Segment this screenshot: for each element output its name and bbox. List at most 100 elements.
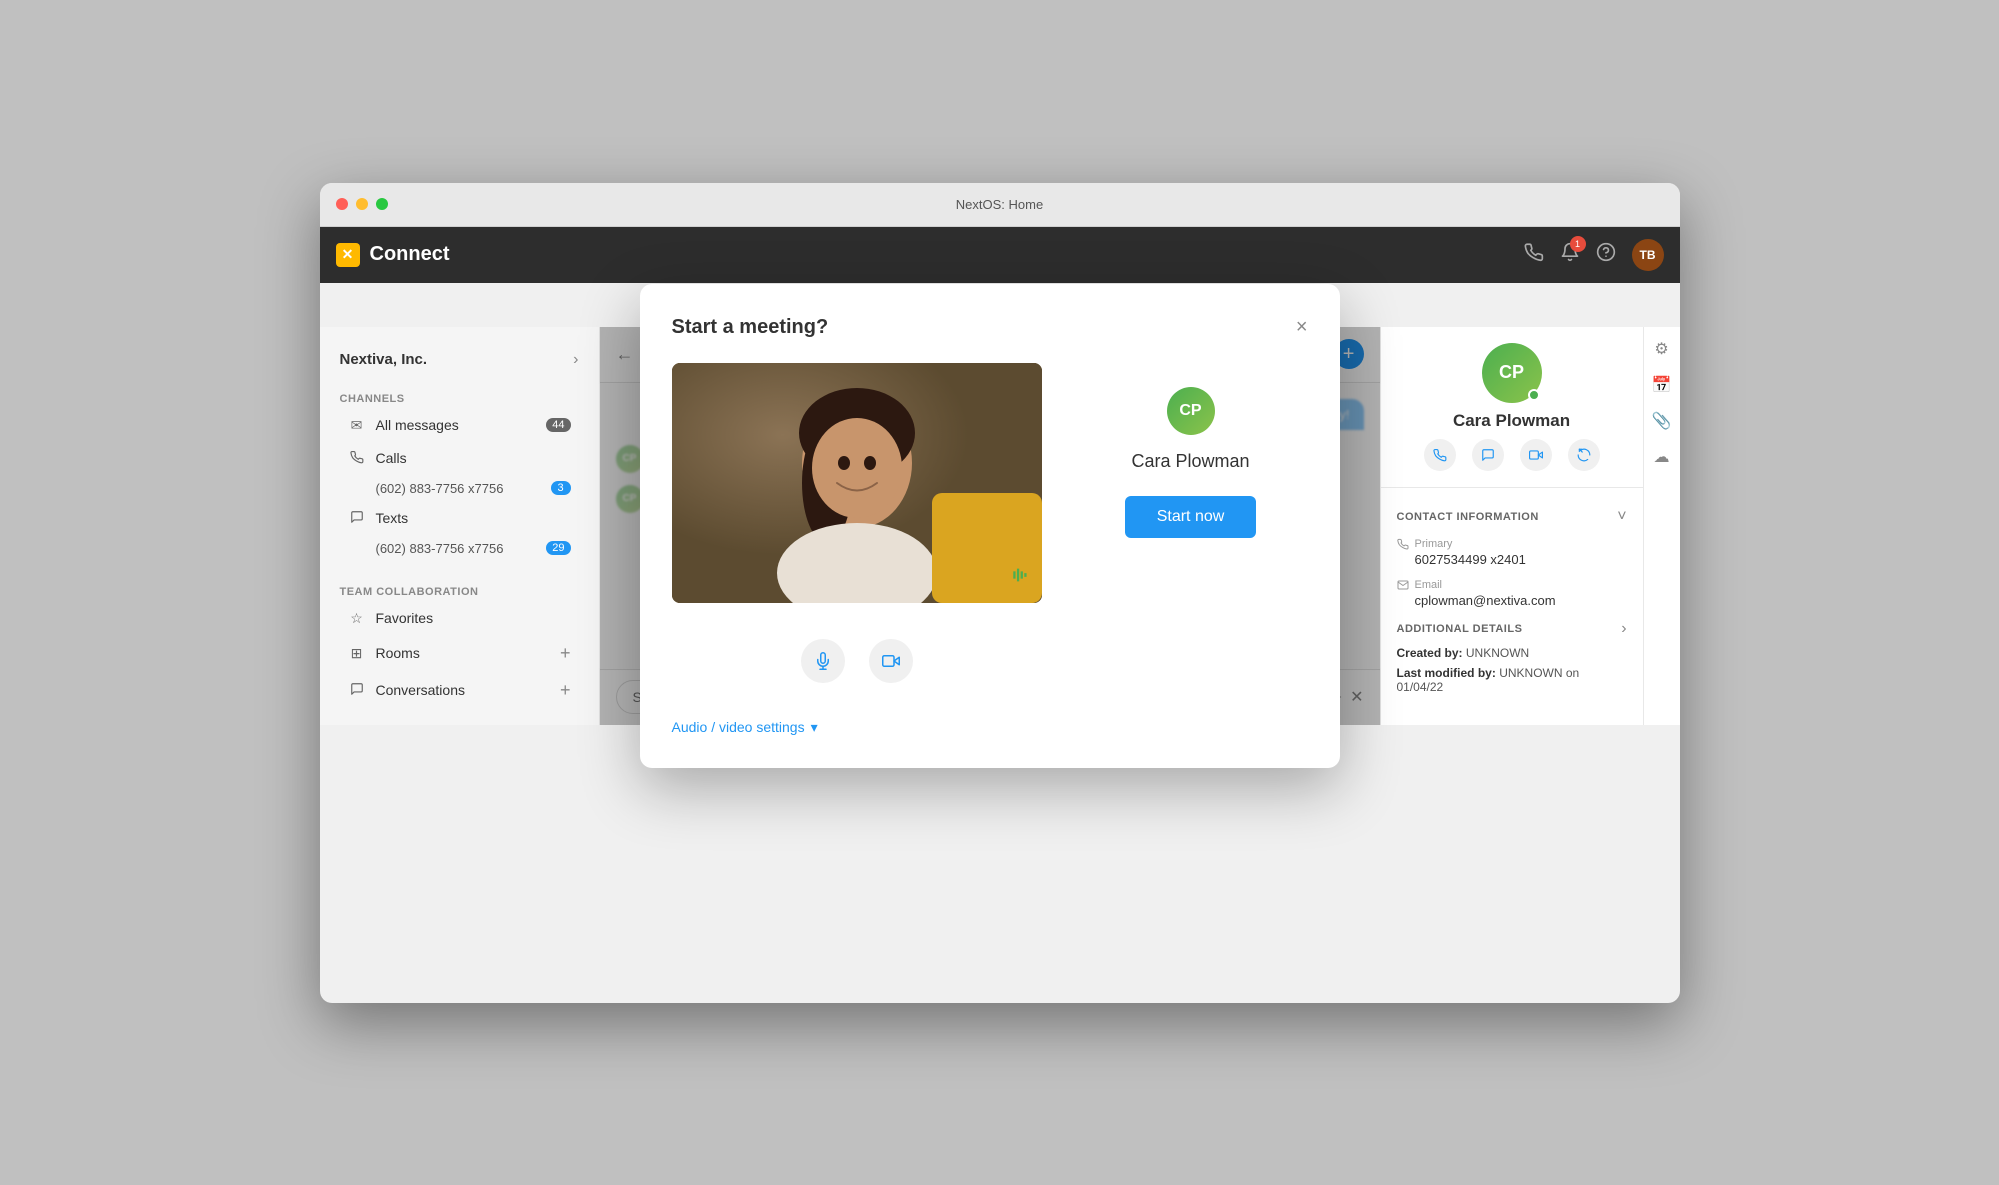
logo-icon: ✕ xyxy=(342,246,354,263)
app-logo: ✕ xyxy=(336,243,360,267)
content-area: ← TB Cara Plowman Teammate All channels … xyxy=(600,327,1380,725)
callee-name: Cara Plowman xyxy=(1131,451,1249,472)
sidebar-item-calls-number[interactable]: (602) 883-7756 x7756 3 xyxy=(328,475,591,502)
sidebar-item-conversations[interactable]: Conversations + xyxy=(328,672,591,709)
title-bar: NextOS: Home xyxy=(320,183,1680,227)
primary-phone-field: Primary 6027534499 x2401 xyxy=(1397,538,1627,567)
settings-label: Audio / video settings xyxy=(672,719,805,735)
primary-phone-label: Primary xyxy=(1415,538,1453,550)
modal-close-button[interactable]: × xyxy=(1296,316,1308,339)
email-value: cplowman@nextiva.com xyxy=(1397,593,1627,608)
modal-header: Start a meeting? × xyxy=(672,316,1308,339)
app-window: NextOS: Home ✕ Connect 1 xyxy=(320,183,1680,1003)
additional-details-section: ADDITIONAL DETAILS › xyxy=(1397,620,1627,638)
sidebar-label-calls: Calls xyxy=(376,450,407,466)
sidebar-item-rooms[interactable]: ⊞ Rooms + xyxy=(328,635,591,672)
texts-number-badge: 29 xyxy=(546,541,570,555)
all-messages-badge: 44 xyxy=(546,418,570,432)
modal-body: Audio / video settings ▾ CP Cara Plowman… xyxy=(672,363,1308,736)
email-label: Email xyxy=(1415,579,1443,591)
start-now-button[interactable]: Start now xyxy=(1125,496,1257,538)
calls-phone-number: (602) 883-7756 x7756 xyxy=(376,481,504,496)
calendar-panel-icon[interactable]: 📅 xyxy=(1652,375,1672,395)
company-chevron-icon: › xyxy=(573,351,578,369)
texts-phone-number: (602) 883-7756 x7756 xyxy=(376,541,504,556)
company-name: Nextiva, Inc. xyxy=(340,351,428,368)
primary-phone-value: 6027534499 x2401 xyxy=(1397,552,1627,567)
sidebar-item-texts[interactable]: Texts xyxy=(328,502,591,535)
right-panel: CP Cara Plowman xyxy=(1380,327,1680,725)
rooms-icon: ⊞ xyxy=(348,645,366,662)
contact-message-button[interactable] xyxy=(1568,439,1600,471)
camera-toggle-button[interactable] xyxy=(869,639,913,683)
calls-icon xyxy=(348,450,366,467)
modified-row: Last modified by: UNKNOWN on 01/04/22 xyxy=(1397,666,1627,694)
texts-icon xyxy=(348,510,366,527)
contact-info-body: CONTACT INFORMATION ˅ Primary 6027534499… xyxy=(1381,488,1643,712)
calls-number-badge: 3 xyxy=(551,481,571,495)
additional-details-title: ADDITIONAL DETAILS xyxy=(1397,623,1523,635)
sidebar-item-calls[interactable]: Calls xyxy=(328,442,591,475)
fullscreen-traffic-light[interactable] xyxy=(376,198,388,210)
sidebar-label-conversations: Conversations xyxy=(376,682,466,698)
contact-video-button[interactable] xyxy=(1520,439,1552,471)
sidebar-item-favorites[interactable]: ☆ Favorites xyxy=(328,602,591,635)
contact-info-chevron-icon[interactable]: ˅ xyxy=(1617,508,1626,526)
company-selector[interactable]: Nextiva, Inc. › xyxy=(320,343,599,385)
contact-name: Cara Plowman xyxy=(1453,411,1570,431)
team-collaboration-header: Team collaboration xyxy=(320,578,599,602)
channels-section-header: Channels xyxy=(320,385,599,409)
mic-toggle-button[interactable] xyxy=(801,639,845,683)
attachment-panel-icon[interactable]: 📎 xyxy=(1652,411,1672,431)
sidebar-label-favorites: Favorites xyxy=(376,610,434,626)
traffic-lights xyxy=(336,198,388,210)
av-settings-button[interactable]: Audio / video settings ▾ xyxy=(672,719,1042,736)
contact-actions xyxy=(1424,439,1600,471)
app-name: Connect xyxy=(370,243,450,266)
settings-panel-icon[interactable]: ⚙ xyxy=(1654,339,1668,359)
top-nav: ✕ Connect 1 xyxy=(320,227,1680,283)
notifications-nav-icon[interactable]: 1 xyxy=(1560,242,1580,267)
all-messages-icon: ✉ xyxy=(348,417,366,434)
start-meeting-modal: Start a meeting? × xyxy=(640,284,1340,768)
right-panel-side-icons: ⚙ 📅 📎 ☁ xyxy=(1643,327,1680,725)
close-traffic-light[interactable] xyxy=(336,198,348,210)
created-by-value-text: UNKNOWN xyxy=(1466,646,1529,660)
minimize-traffic-light[interactable] xyxy=(356,198,368,210)
user-avatar[interactable]: TB xyxy=(1632,239,1664,271)
conversations-add-button[interactable]: + xyxy=(560,680,571,701)
contact-info-section: CONTACT INFORMATION ˅ xyxy=(1397,508,1627,526)
av-controls xyxy=(672,639,1042,683)
settings-chevron-icon: ▾ xyxy=(811,719,818,736)
sidebar: Nextiva, Inc. › Channels ✉ All messages … xyxy=(320,327,600,725)
contact-info-title: CONTACT INFORMATION xyxy=(1397,511,1539,523)
modified-label: Last modified by: xyxy=(1397,666,1496,680)
audio-active-icon xyxy=(1008,564,1030,591)
contact-phone-button[interactable] xyxy=(1424,439,1456,471)
modal-right-side: CP Cara Plowman Start now xyxy=(1074,387,1308,538)
sidebar-item-all-messages[interactable]: ✉ All messages 44 xyxy=(328,409,591,442)
email-field: Email cplowman@nextiva.com xyxy=(1397,579,1627,608)
main-layout: Nextiva, Inc. › Channels ✉ All messages … xyxy=(320,327,1680,725)
notification-badge: 1 xyxy=(1570,236,1586,252)
sidebar-label-texts: Texts xyxy=(376,510,409,526)
video-preview xyxy=(672,363,1042,603)
email-field-icon xyxy=(1397,579,1409,591)
callee-avatar: CP xyxy=(1167,387,1215,435)
sidebar-label-rooms: Rooms xyxy=(376,645,420,661)
modal-title: Start a meeting? xyxy=(672,316,829,339)
rooms-add-button[interactable]: + xyxy=(560,643,571,664)
cloud-panel-icon[interactable]: ☁ xyxy=(1654,447,1670,467)
created-by-row: Created by: UNKNOWN xyxy=(1397,646,1627,660)
contact-chat-button[interactable] xyxy=(1472,439,1504,471)
help-nav-icon[interactable] xyxy=(1596,242,1616,267)
sidebar-label-all-messages: All messages xyxy=(376,417,459,433)
favorites-icon: ☆ xyxy=(348,610,366,627)
phone-nav-icon[interactable] xyxy=(1524,242,1544,267)
additional-details-chevron-icon[interactable]: › xyxy=(1621,620,1626,638)
window-title: NextOS: Home xyxy=(956,197,1043,212)
sidebar-item-texts-number[interactable]: (602) 883-7756 x7756 29 xyxy=(328,535,591,562)
modal-overlay: Start a meeting? × xyxy=(600,327,1380,725)
created-by-label: Created by: xyxy=(1397,646,1463,660)
contact-avatar-initials: CP xyxy=(1499,362,1524,383)
